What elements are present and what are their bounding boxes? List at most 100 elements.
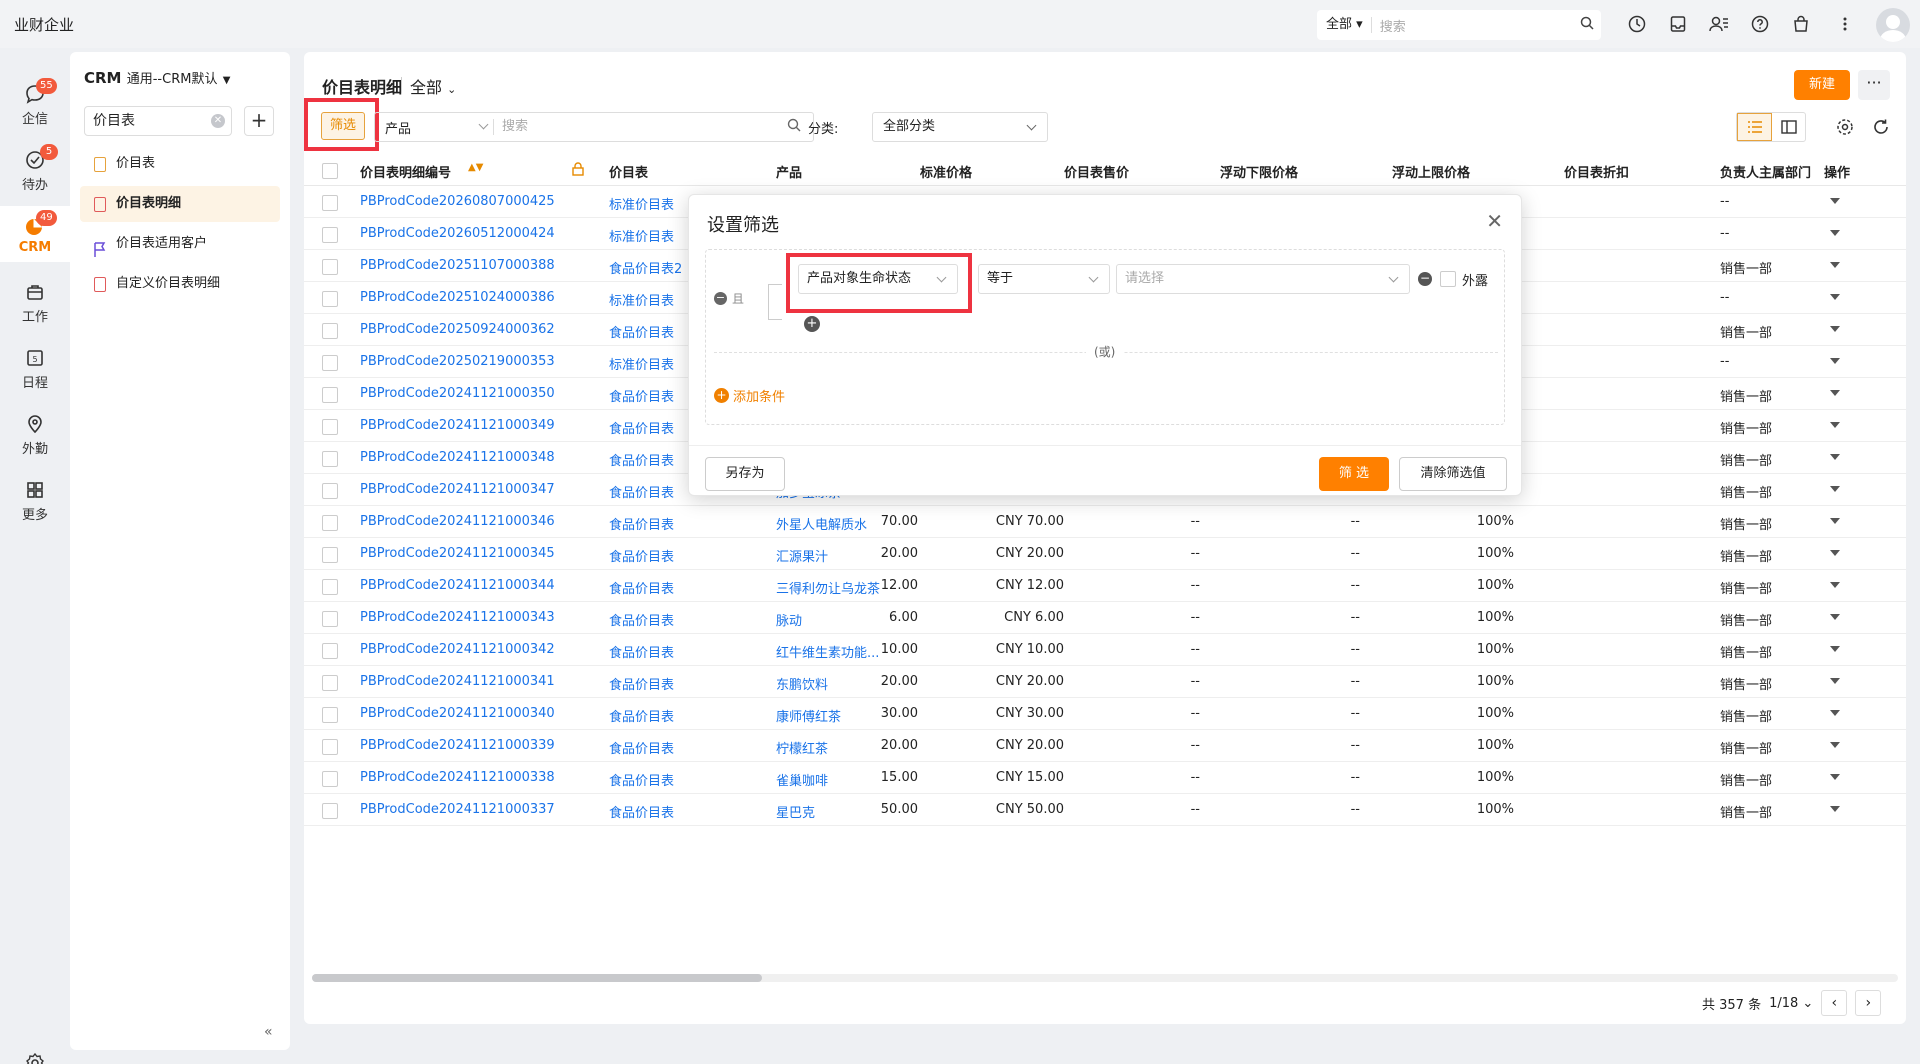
row-pricebook-link[interactable]: 标准价目表 <box>609 194 674 213</box>
column-header[interactable]: 负责人主属部门 <box>1720 162 1812 181</box>
row-action-dropdown-icon[interactable] <box>1830 262 1840 268</box>
row-product-link[interactable]: 红牛维生素功能... <box>776 642 879 661</box>
row-pricebook-link[interactable]: 食品价目表 <box>609 418 674 437</box>
value-select[interactable]: 请选择 <box>1116 264 1410 294</box>
shop-icon[interactable] <box>1790 13 1812 35</box>
row-id-link[interactable]: PBProdCode20250924000362 <box>360 322 555 337</box>
row-action-dropdown-icon[interactable] <box>1830 358 1840 364</box>
row-pricebook-link[interactable]: 食品价目表 <box>609 322 674 341</box>
row-pricebook-link[interactable]: 标准价目表 <box>609 226 674 245</box>
global-search-input[interactable]: 搜索 <box>1372 16 1573 35</box>
row-id-link[interactable]: PBProdCode20241121000338 <box>360 770 555 785</box>
sidebar-item-pricebook-customer[interactable]: 价目表适用客户 <box>80 226 280 262</box>
close-icon[interactable]: ✕ <box>1486 209 1503 233</box>
horizontal-scrollbar[interactable] <box>312 974 1898 982</box>
row-checkbox[interactable] <box>322 355 338 371</box>
row-checkbox[interactable] <box>322 227 338 243</box>
sidebar-item-custom-pricebook-detail[interactable]: 自定义价目表明细 <box>80 266 280 302</box>
table-row[interactable]: PBProdCode20241121000340 食品价目表 康师傅红茶 30.00 C… <box>304 698 1906 730</box>
nav-item-more[interactable]: 更多 <box>0 470 70 526</box>
row-product-link[interactable]: 东鹏饮料 <box>776 674 828 693</box>
row-action-dropdown-icon[interactable] <box>1830 582 1840 588</box>
row-checkbox[interactable] <box>322 547 338 563</box>
row-id-link[interactable]: PBProdCode20241121000344 <box>360 578 555 593</box>
expose-checkbox[interactable] <box>1440 271 1456 287</box>
sidebar-item-pricebook-detail[interactable]: 价目表明细 <box>80 186 280 222</box>
row-id-link[interactable]: PBProdCode20251024000386 <box>360 290 555 305</box>
row-pricebook-link[interactable]: 食品价目表 <box>609 770 674 789</box>
row-pricebook-link[interactable]: 食品价目表 <box>609 578 674 597</box>
row-id-link[interactable]: PBProdCode20241121000340 <box>360 706 555 721</box>
row-id-link[interactable]: PBProdCode20241121000337 <box>360 802 555 817</box>
list-view-icon[interactable] <box>1737 113 1772 141</box>
nav-item-crm[interactable]: 49 CRM <box>0 206 70 262</box>
row-action-dropdown-icon[interactable] <box>1830 230 1840 236</box>
nav-item-field[interactable]: 外勤 <box>0 404 70 460</box>
scrollbar-thumb[interactable] <box>312 974 762 982</box>
settings-icon[interactable] <box>24 1052 46 1064</box>
row-action-dropdown-icon[interactable] <box>1830 294 1840 300</box>
row-pricebook-link[interactable]: 食品价目表2 <box>609 258 682 277</box>
row-pricebook-link[interactable]: 食品价目表 <box>609 386 674 405</box>
table-row[interactable]: PBProdCode20241121000343 食品价目表 脉动 6.00 CNY 6… <box>304 602 1906 634</box>
category-select[interactable]: 全部分类 <box>872 112 1048 142</box>
row-product-link[interactable]: 三得利勿让乌龙茶 <box>776 578 880 597</box>
scope-select[interactable]: 全部 ⌄ <box>410 74 456 98</box>
row-id-link[interactable]: PBProdCode20241121000343 <box>360 610 555 625</box>
product-search-input[interactable]: 搜索 <box>493 119 787 135</box>
more-vertical-icon[interactable] <box>1834 13 1856 35</box>
row-pricebook-link[interactable]: 食品价目表 <box>609 802 674 821</box>
search-scope-select[interactable]: 全部 ▾ <box>1317 17 1372 33</box>
select-all-checkbox[interactable] <box>322 163 338 179</box>
menu-search-input[interactable]: 价目表 ✕ <box>84 106 232 136</box>
row-pricebook-link[interactable]: 食品价目表 <box>609 482 674 501</box>
next-page-button[interactable]: › <box>1855 990 1882 1016</box>
table-row[interactable]: PBProdCode20241121000344 食品价目表 三得利勿让乌龙茶 12.… <box>304 570 1906 602</box>
row-action-dropdown-icon[interactable] <box>1830 678 1840 684</box>
prev-page-button[interactable]: ‹ <box>1821 990 1848 1016</box>
more-button[interactable]: ··· <box>1858 70 1890 100</box>
clock-icon[interactable] <box>1626 13 1648 35</box>
row-id-link[interactable]: PBProdCode20241121000339 <box>360 738 555 753</box>
table-row[interactable]: PBProdCode20241121000339 食品价目表 柠檬红茶 20.00 CN… <box>304 730 1906 762</box>
product-search[interactable]: 产品 搜索 <box>374 112 814 142</box>
remove-condition-icon[interactable]: − <box>1418 272 1432 286</box>
table-row[interactable]: PBProdCode20241121000341 食品价目表 东鹏饮料 20.00 CN… <box>304 666 1906 698</box>
row-action-dropdown-icon[interactable] <box>1830 198 1840 204</box>
page-select[interactable]: 1/18 ⌄ <box>1769 996 1813 1011</box>
row-id-link[interactable]: PBProdCode20241121000347 <box>360 482 555 497</box>
row-action-dropdown-icon[interactable] <box>1830 454 1840 460</box>
row-checkbox[interactable] <box>322 515 338 531</box>
row-checkbox[interactable] <box>322 739 338 755</box>
table-settings-icon[interactable] <box>1836 118 1854 136</box>
row-pricebook-link[interactable]: 食品价目表 <box>609 706 674 725</box>
row-checkbox[interactable] <box>322 387 338 403</box>
row-checkbox[interactable] <box>322 451 338 467</box>
save-as-button[interactable]: 另存为 <box>705 457 785 491</box>
search-icon[interactable] <box>1573 16 1601 34</box>
add-button[interactable]: + <box>244 106 274 136</box>
app-title[interactable]: CRM 通用--CRM默认 ▼ <box>84 68 230 87</box>
global-search[interactable]: 全部 ▾ 搜索 <box>1317 10 1601 40</box>
row-id-link[interactable]: PBProdCode20241121000342 <box>360 642 555 657</box>
row-product-link[interactable]: 康师傅红茶 <box>776 706 841 725</box>
row-product-link[interactable]: 外星人电解质水 <box>776 514 867 533</box>
row-pricebook-link[interactable]: 食品价目表 <box>609 546 674 565</box>
row-checkbox[interactable] <box>322 579 338 595</box>
nav-item-work[interactable]: 工作 <box>0 272 70 328</box>
row-id-link[interactable]: PBProdCode20241121000346 <box>360 514 555 529</box>
row-checkbox[interactable] <box>322 291 338 307</box>
row-checkbox[interactable] <box>322 771 338 787</box>
row-action-dropdown-icon[interactable] <box>1830 550 1840 556</box>
row-id-link[interactable]: PBProdCode20241121000350 <box>360 386 555 401</box>
row-product-link[interactable]: 星巴克 <box>776 802 815 821</box>
table-row[interactable]: PBProdCode20241121000338 食品价目表 雀巢咖啡 15.00 CN… <box>304 762 1906 794</box>
row-action-dropdown-icon[interactable] <box>1830 518 1840 524</box>
lock-icon[interactable] <box>572 162 584 180</box>
inbox-icon[interactable] <box>1667 13 1689 35</box>
row-checkbox[interactable] <box>322 803 338 819</box>
row-product-link[interactable]: 脉动 <box>776 610 802 629</box>
refresh-icon[interactable] <box>1872 118 1890 136</box>
product-field-select[interactable]: 产品 <box>375 118 493 137</box>
row-action-dropdown-icon[interactable] <box>1830 774 1840 780</box>
